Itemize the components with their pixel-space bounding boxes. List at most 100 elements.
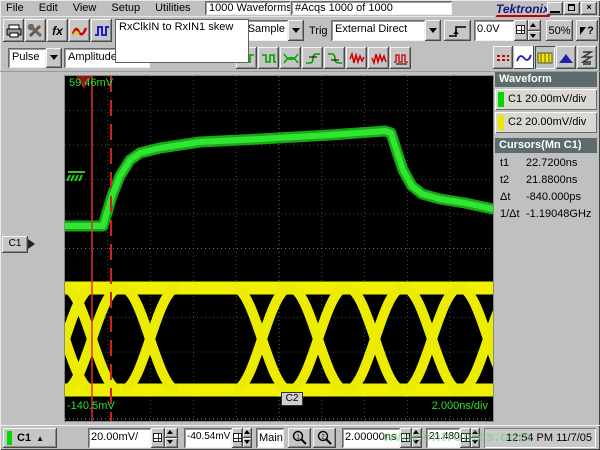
spinner-up-icon [472, 430, 478, 434]
close-button[interactable]: × [581, 2, 597, 15]
spin-up-button[interactable] [528, 20, 541, 31]
spinner-down-icon [472, 440, 478, 444]
burst-width-icon [349, 52, 365, 65]
timebase-mode-field[interactable]: Main [256, 428, 284, 448]
c1-color-chip [7, 431, 12, 445]
trigger-source-dropdown-button[interactable] [425, 20, 441, 41]
measure-noise-button[interactable] [368, 47, 389, 69]
vertical-position-input[interactable]: -40.54mV [184, 428, 232, 448]
menu-utilities[interactable]: Utilities [155, 2, 190, 14]
vertical-scale-input[interactable]: 20.00mV/ [88, 428, 151, 448]
vertical-position-keypad-button[interactable] [232, 428, 243, 448]
spin-up-button[interactable] [243, 428, 252, 438]
cursor-style-button[interactable] [493, 46, 513, 69]
trigger-source-value: External Direct [331, 20, 425, 41]
tools-button[interactable] [25, 19, 46, 42]
vertical-scale-keypad-button[interactable] [151, 428, 165, 448]
context-help-icon [580, 27, 586, 35]
fx-icon: fx [52, 24, 63, 38]
horizontal-setup-button[interactable] [91, 19, 112, 42]
c2-color-chip [498, 115, 504, 130]
spin-down-button[interactable] [471, 438, 480, 448]
spinner-up-icon [413, 430, 419, 434]
vertical-scale-control: 20.00mV/ [88, 428, 180, 448]
pulse-train-icon [393, 52, 409, 65]
horizontal-scale-input[interactable]: 2.00000ns [342, 428, 400, 448]
sine-wave-icon [516, 52, 532, 64]
trigger-level-spinner [528, 20, 541, 41]
measure-fall-time-button[interactable] [324, 47, 345, 69]
trigger-source-select[interactable]: External Direct [331, 20, 441, 41]
channel-select-button[interactable]: C1 ▲ [3, 428, 57, 448]
restore-icon [568, 4, 575, 11]
horizontal-position-control: 21.4800ns [426, 428, 480, 448]
spinner-up-icon [244, 430, 250, 434]
chevron-down-icon [50, 55, 58, 60]
restore-button[interactable] [564, 2, 580, 15]
print-button[interactable] [3, 19, 24, 42]
trigger-slope-button[interactable] [444, 20, 471, 41]
c1-position-marker[interactable]: C1 [2, 236, 28, 253]
menu-view[interactable]: View [73, 2, 97, 14]
fx-button[interactable]: fx [47, 19, 68, 42]
trigger-level-keypad-button[interactable] [514, 20, 528, 41]
spin-down-button[interactable] [165, 438, 178, 448]
keypad-icon [461, 433, 470, 442]
horizontal-scale-spinner [412, 428, 422, 448]
intensity-button[interactable] [535, 46, 555, 69]
horizontal-scale-keypad-button[interactable] [400, 428, 412, 448]
measure-category-select[interactable]: Pulse [8, 48, 62, 68]
zoom-out-button[interactable]: 2 [313, 428, 336, 448]
minimize-icon [550, 11, 560, 13]
spin-down-button[interactable] [412, 438, 422, 448]
acquisition-mode-dropdown-button[interactable] [288, 20, 304, 41]
spin-down-button[interactable] [243, 438, 252, 448]
measure-category-value: Pulse [8, 48, 46, 68]
fall-time-icon [327, 52, 343, 65]
rise-time-icon [305, 52, 321, 65]
menu-setup[interactable]: Setup [111, 2, 140, 14]
zoom-in-icon: 1 [292, 430, 308, 446]
mask-test-button[interactable] [577, 46, 597, 69]
chevron-down-icon [292, 28, 300, 33]
context-help-button[interactable]: ? [576, 20, 598, 41]
measure-pulse-button[interactable] [258, 47, 279, 69]
zoom-in-button[interactable]: 1 [288, 428, 311, 448]
spin-down-button[interactable] [528, 31, 541, 42]
main-toolbar: fx Sample Trig External Direct 0.0V [0, 17, 600, 45]
measure-pulse-train-button[interactable] [390, 47, 411, 69]
annotation-note[interactable]: RxClkIN to RxIN1 skew [115, 19, 249, 63]
minimize-button[interactable] [547, 2, 563, 15]
waveform-style-button[interactable] [514, 46, 534, 69]
spinner-down-icon [530, 34, 536, 38]
histogram-button[interactable] [556, 46, 576, 69]
keypad-icon [153, 433, 162, 442]
spin-up-button[interactable] [165, 428, 178, 438]
horizontal-position-input[interactable]: 21.4800ns [426, 428, 460, 448]
marker-arrow-icon [28, 239, 35, 249]
menu-bar: File Edit View Setup Utilities Help 1000… [0, 0, 600, 17]
clock-readout: 12:54 PM 11/7/05 [484, 428, 596, 448]
horizontal-scale-control: 2.00000ns [342, 428, 422, 448]
measure-eye-button[interactable] [280, 47, 301, 69]
channel-row-c2[interactable]: C2 20.00mV/div [495, 112, 597, 133]
spin-up-button[interactable] [471, 428, 480, 438]
measure-category-dropdown-button[interactable] [46, 48, 62, 68]
measure-rise-time-button[interactable] [302, 47, 323, 69]
menu-file[interactable]: File [6, 2, 24, 14]
measure-burst-button[interactable] [346, 47, 367, 69]
graticule[interactable]: 59.46mV -140.5mV 2.000ns/div C2 [65, 76, 493, 421]
spin-up-button[interactable] [412, 428, 422, 438]
vertical-setup-button[interactable] [69, 19, 90, 42]
menu-edit[interactable]: Edit [39, 2, 58, 14]
c2-trace-label: C2 [281, 392, 303, 406]
display-area: C1 59.46mV -140.5mV 2.000ns/div C2 Wavef… [0, 72, 600, 425]
horizontal-pulse-icon [94, 24, 110, 38]
trigger-slope-rising-icon [448, 24, 468, 38]
set-level-50-button[interactable]: 50% [546, 20, 573, 41]
measurement-toolbar: Pulse Amplitude [0, 45, 600, 72]
channel-row-c1[interactable]: C1 20.00mV/div [495, 89, 597, 110]
trigger-level-input[interactable]: 0.0V [474, 20, 514, 41]
eye-pattern-icon [283, 52, 299, 65]
horizontal-position-keypad-button[interactable] [460, 428, 471, 448]
